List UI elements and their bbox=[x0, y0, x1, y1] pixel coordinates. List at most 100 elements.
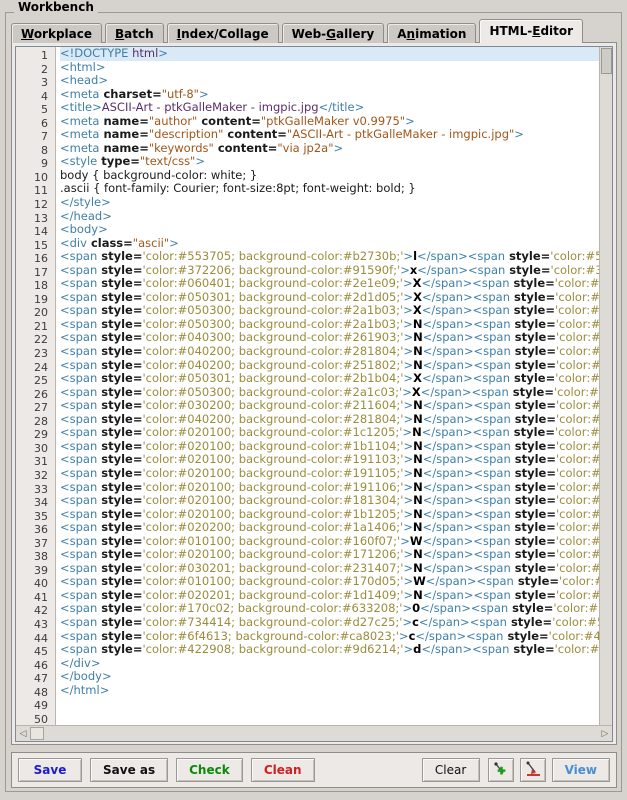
code-line[interactable]: </html> bbox=[60, 683, 612, 698]
tab-index-collage[interactable]: Index/Collage bbox=[166, 23, 279, 43]
button-bar: Save Save as Check Clean Clear View bbox=[11, 752, 617, 788]
line-number: 5 bbox=[41, 103, 48, 117]
line-number: 23 bbox=[34, 347, 48, 361]
scroll-left-arrow-icon[interactable]: ◁ bbox=[16, 727, 30, 740]
code-line[interactable]: <span style='color:#050301; background-c… bbox=[60, 290, 612, 305]
vertical-scrollbar-thumb[interactable] bbox=[601, 48, 612, 74]
code-line[interactable]: <span style='color:#020201; background-c… bbox=[60, 588, 612, 603]
code-line[interactable]: <span style='color:#020100; background-c… bbox=[60, 480, 612, 495]
code-line[interactable]: <body> bbox=[60, 222, 612, 237]
line-number: 25 bbox=[34, 374, 48, 388]
code-line[interactable]: <span style='color:#010100; background-c… bbox=[60, 534, 612, 549]
check-button[interactable]: Check bbox=[176, 758, 243, 782]
code-line[interactable]: <span style='color:#170c02; background-c… bbox=[60, 602, 612, 616]
horizontal-scrollbar-track[interactable] bbox=[44, 727, 598, 740]
code-line[interactable]: <span style='color:#020100; background-c… bbox=[60, 493, 612, 508]
code-line[interactable]: </head> bbox=[60, 209, 612, 224]
editor-panel: 1 2 3 4 5 6 7 8 9 10 11 12 13 14 15 16 17 18 19 20 21 22 23 24 2… bbox=[11, 42, 617, 745]
code-line[interactable]: <style type="text/css"> bbox=[60, 155, 612, 169]
code-line[interactable]: <span style='color:#050300; background-c… bbox=[60, 385, 612, 400]
code-line[interactable]: </div> bbox=[60, 656, 612, 671]
line-number: 18 bbox=[34, 279, 48, 293]
line-number: 44 bbox=[34, 631, 48, 645]
render-preview-icon-button[interactable] bbox=[519, 758, 546, 782]
code-line[interactable]: <span style='color:#020100; background-c… bbox=[60, 453, 612, 467]
vertical-scrollbar[interactable] bbox=[599, 47, 612, 725]
clean-button[interactable]: Clean bbox=[250, 758, 315, 782]
code-line[interactable]: <meta name="author" content="ptkGalleMak… bbox=[60, 114, 612, 129]
code-line[interactable]: <span style='color:#6f4613; background-c… bbox=[60, 629, 612, 644]
tab-animation[interactable]: Animation bbox=[387, 23, 477, 43]
code-text-area[interactable]: <!DOCTYPE html> <html> <head> <meta charset… bbox=[56, 47, 612, 725]
code-line[interactable]: </style> bbox=[60, 195, 612, 210]
line-number: 49 bbox=[34, 699, 48, 713]
code-line[interactable]: </body> bbox=[60, 669, 612, 684]
scroll-right-arrow-icon[interactable]: ▷ bbox=[598, 727, 612, 740]
line-number: 7 bbox=[41, 130, 48, 144]
code-line[interactable]: <meta name="keywords" content="via jp2a"… bbox=[60, 141, 612, 156]
line-number: 27 bbox=[34, 401, 48, 415]
line-number: 32 bbox=[34, 468, 48, 482]
tab-workplace[interactable]: Workplace bbox=[11, 23, 103, 43]
code-line[interactable]: <span style='color:#020100; background-c… bbox=[60, 439, 612, 454]
code-line[interactable] bbox=[60, 697, 612, 711]
code-line[interactable]: <span style='color:#010100; background-c… bbox=[60, 575, 612, 589]
code-line[interactable]: <title>ASCII-Art - ptkGalleMaker - imgpi… bbox=[60, 100, 612, 115]
line-number: 43 bbox=[34, 617, 48, 631]
code-line[interactable]: <span style='color:#040200; background-c… bbox=[60, 344, 612, 359]
horizontal-scrollbar-thumb[interactable] bbox=[30, 727, 44, 740]
line-number: 1 bbox=[41, 49, 48, 62]
code-line[interactable]: <span style='color:#030200; background-c… bbox=[60, 398, 612, 413]
code-line[interactable]: <meta name="description" content="ASCII-… bbox=[60, 128, 612, 142]
line-number: 16 bbox=[34, 252, 48, 266]
code-line[interactable]: <meta charset="utf-8"> bbox=[60, 87, 612, 102]
code-line[interactable]: <span style='color:#020100; background-c… bbox=[60, 507, 612, 522]
code-line[interactable]: <span style='color:#050300; background-c… bbox=[60, 304, 612, 318]
workbench-title: Workbench bbox=[14, 0, 98, 14]
code-line[interactable]: <span style='color:#020100; background-c… bbox=[60, 426, 612, 440]
line-number: 30 bbox=[34, 441, 48, 455]
code-line[interactable]: <span style='color:#040200; background-c… bbox=[60, 412, 612, 427]
code-line[interactable]: <span style='color:#040300; background-c… bbox=[60, 331, 612, 345]
code-line[interactable]: <span style='color:#020100; background-c… bbox=[60, 466, 612, 481]
line-number: 9 bbox=[41, 157, 48, 171]
code-line[interactable]: <span style='color:#020200; background-c… bbox=[60, 520, 612, 535]
code-line[interactable]: <span style='color:#422908; background-c… bbox=[60, 642, 612, 657]
view-button[interactable]: View bbox=[551, 758, 610, 782]
line-number: 3 bbox=[41, 76, 48, 90]
save-button[interactable]: Save bbox=[18, 758, 82, 782]
line-number: 36 bbox=[34, 523, 48, 537]
line-number: 20 bbox=[34, 306, 48, 320]
tab-batch[interactable]: Batch bbox=[105, 23, 164, 43]
code-line[interactable] bbox=[60, 711, 612, 725]
code-line[interactable]: <span style='color:#040200; background-c… bbox=[60, 358, 612, 373]
code-line[interactable]: <html> bbox=[60, 60, 612, 75]
line-number: 34 bbox=[34, 496, 48, 510]
code-line[interactable]: <span style='color:#372206; background-c… bbox=[60, 263, 612, 278]
line-number: 42 bbox=[34, 604, 48, 618]
code-line[interactable]: <head> bbox=[60, 73, 612, 88]
code-line[interactable]: <span style='color:#030201; background-c… bbox=[60, 561, 612, 576]
save-as-button[interactable]: Save as bbox=[90, 758, 169, 782]
line-number: 17 bbox=[34, 265, 48, 279]
horizontal-scrollbar[interactable]: ◁ ▷ bbox=[16, 725, 612, 741]
validate-add-icon-button[interactable] bbox=[487, 758, 514, 782]
line-number: 11 bbox=[34, 184, 48, 198]
code-area[interactable]: 1 2 3 4 5 6 7 8 9 10 11 12 13 14 15 16 17 18 19 20 21 22 23 24 2… bbox=[16, 47, 612, 725]
code-line[interactable]: <span style='color:#060401; background-c… bbox=[60, 277, 612, 291]
code-line[interactable]: <span style='color:#020100; background-c… bbox=[60, 547, 612, 562]
line-number: 12 bbox=[34, 198, 48, 212]
code-line[interactable]: <span style='color:#553705; background-c… bbox=[60, 249, 612, 264]
line-number-gutter: 1 2 3 4 5 6 7 8 9 10 11 12 13 14 15 16 17 18 19 20 21 22 23 24 2… bbox=[16, 47, 56, 725]
code-line[interactable]: body { background-color: white; } bbox=[60, 168, 612, 183]
clear-button[interactable]: Clear bbox=[421, 758, 480, 782]
tab-web-gallery[interactable]: Web-Gallery bbox=[281, 23, 385, 43]
tab-html-editor[interactable]: HTML-Editor bbox=[479, 19, 584, 43]
code-line[interactable]: <span style='color:#734414; background-c… bbox=[60, 615, 612, 630]
code-line[interactable]: <!DOCTYPE html> bbox=[60, 47, 612, 61]
code-line[interactable]: <div class="ascii"> bbox=[60, 236, 612, 251]
code-line[interactable]: .ascii { font-family: Courier; font-size… bbox=[60, 182, 612, 196]
code-line[interactable]: <span style='color:#050300; background-c… bbox=[60, 317, 612, 332]
code-line[interactable]: <span style='color:#050301; background-c… bbox=[60, 371, 612, 386]
line-number: 22 bbox=[34, 333, 48, 347]
